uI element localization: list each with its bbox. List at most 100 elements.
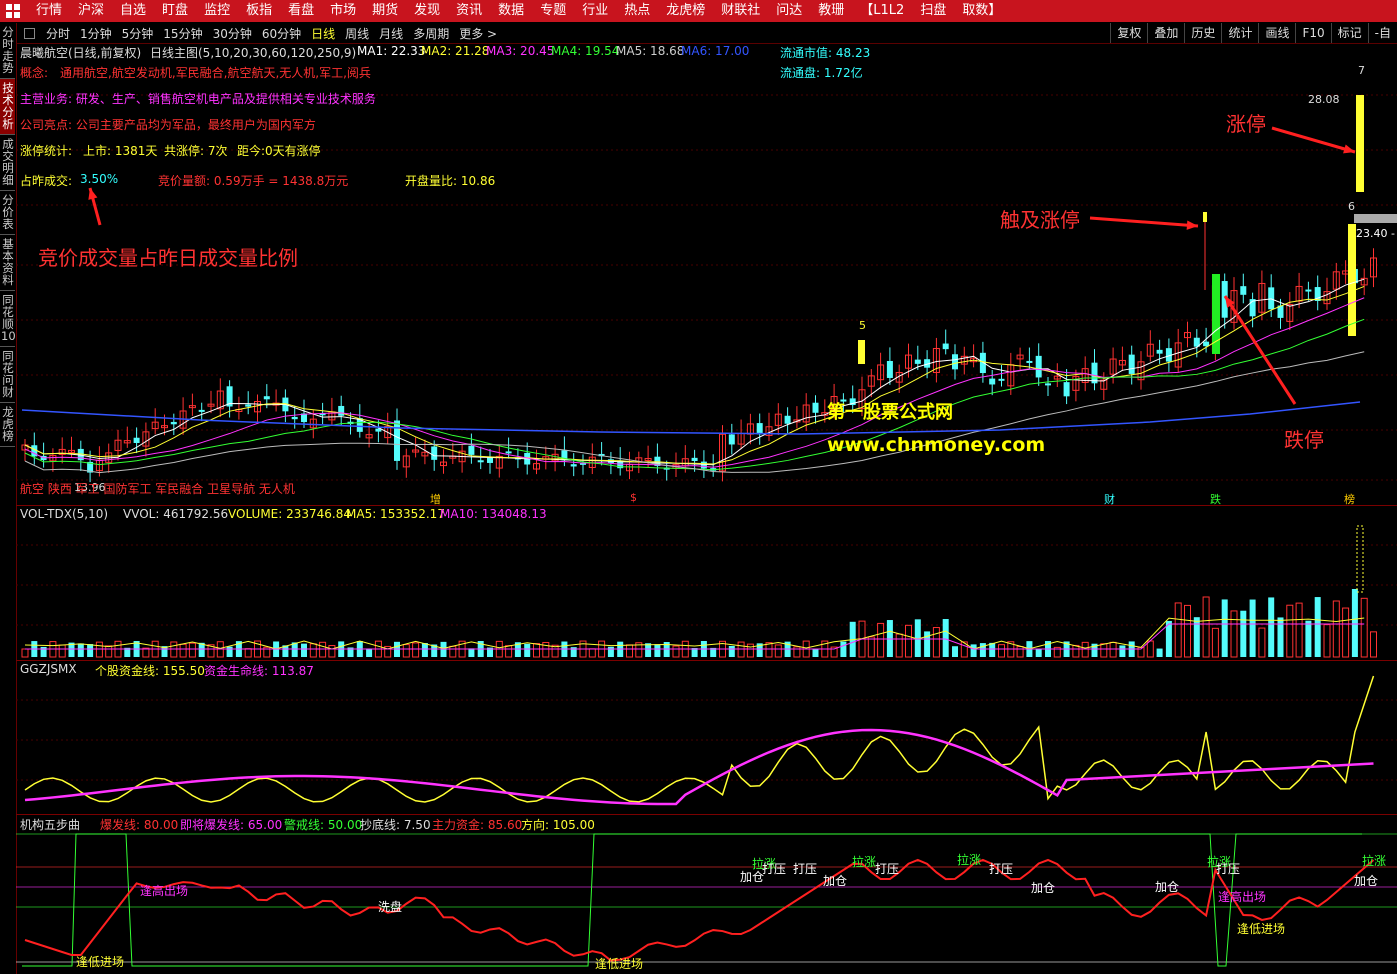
signal-high-exit: 逢高出场: [1218, 890, 1267, 904]
volume-value: VOLUME: 233746.84: [228, 507, 351, 521]
annotation-auction-ratio: 竞价成交量占昨日成交量比例: [38, 246, 298, 270]
limit-up-bar: [1356, 95, 1364, 192]
signal-press: 打压: [989, 862, 1014, 876]
candle-body: [1063, 382, 1070, 397]
fund-indicator-name[interactable]: GGZJSMX: [20, 662, 77, 676]
candle-body: [505, 451, 512, 454]
volume-bar: [87, 644, 94, 657]
ma4-label: MA4: 19.54: [551, 44, 620, 58]
signal-press: 打压: [1216, 862, 1241, 876]
volume-bar: [505, 645, 513, 658]
fund-life-line-value: 资金生命线: 113.87: [204, 664, 314, 678]
volume-bar: [1332, 600, 1340, 658]
ma4-line: [24, 318, 1365, 471]
limit-count-6: 6: [1348, 200, 1355, 213]
candle-body: [998, 378, 1005, 381]
main-fund-value: 主力资金: 85.60: [432, 818, 523, 832]
volume-bar: [746, 643, 754, 658]
signal-pull: 拉涨: [852, 855, 877, 869]
candle-body: [1268, 287, 1275, 310]
candle-body: [989, 378, 996, 385]
five-step-indicator-name[interactable]: 机构五步曲: [20, 816, 80, 833]
volume-bar: [728, 645, 735, 657]
volume-bar: [672, 645, 680, 658]
volume-bar: [1174, 602, 1182, 658]
volume-bar: [607, 646, 614, 657]
volume-bar: [1370, 631, 1377, 658]
limit-down-bar: [1212, 274, 1220, 354]
volume-bar: [1314, 597, 1321, 657]
limit-count-5: 5: [859, 319, 866, 332]
volume-bar: [840, 641, 847, 657]
volume-bar: [1035, 648, 1042, 657]
candle-body: [338, 405, 345, 416]
event-marker[interactable]: $: [630, 491, 637, 504]
volume-bar: [188, 642, 196, 658]
float-market-value: 流通市值: 48.23: [780, 46, 871, 60]
annotation-limit-down: 跌停: [1284, 428, 1324, 452]
volume-bar: [970, 644, 977, 657]
ma2-label: MA2: 21.28: [421, 44, 490, 58]
volume-bar: [40, 646, 47, 657]
vol-ma5-line: [24, 617, 1365, 650]
days-since-limit: 距今:0天有涨停: [237, 144, 321, 158]
volume-bar: [77, 643, 84, 657]
candle-body: [468, 445, 475, 455]
volume-bar: [449, 645, 457, 658]
price-cursor: [1354, 214, 1397, 223]
volume-bar: [1295, 602, 1303, 658]
volume-bar: [95, 641, 103, 658]
volume-bar: [812, 648, 819, 657]
volume-bar: [737, 641, 745, 658]
event-marker[interactable]: 榜: [1344, 491, 1355, 507]
signal-add: 加仓: [1354, 874, 1379, 888]
main-indicator-name[interactable]: 日线主图(5,10,20,30,60,120,250,9): [150, 44, 356, 61]
vol-ma10-line: [25, 623, 1365, 650]
bottom-line-value: 抄底线: 7.50: [360, 818, 431, 832]
near-burst-line-value: 即将爆发线: 65.00: [180, 818, 283, 832]
ratio-value: 3.50%: [80, 172, 119, 186]
volume-bar: [1277, 617, 1284, 657]
ma6-label: MA6: 17.00: [681, 44, 750, 58]
main-fund-line: [24, 858, 1375, 962]
volume-bar: [867, 636, 875, 658]
event-marker[interactable]: 财: [1104, 491, 1115, 507]
volume-projection: [1356, 525, 1364, 593]
vvol-value: VVOL: 461792.56: [123, 507, 229, 521]
signal-add: 加仓: [1155, 880, 1180, 894]
price-high-label: 28.08: [1308, 93, 1340, 106]
event-marker[interactable]: 增: [430, 491, 441, 507]
volume-bar: [402, 644, 410, 658]
volume-bar: [895, 633, 903, 658]
volume-bar: [877, 622, 885, 658]
ratio-label: 占昨成交:: [20, 174, 73, 188]
ma1-label: MA1: 22.33: [357, 44, 426, 58]
volume-bar: [319, 641, 327, 658]
event-marker[interactable]: 跌: [1210, 491, 1221, 507]
volume-bar: [301, 643, 307, 657]
volume-bar: [421, 643, 428, 657]
volume-bar: [989, 642, 996, 657]
volume-bar: [1146, 640, 1154, 658]
volume-bar: [1072, 644, 1080, 658]
volume-bar: [1156, 648, 1163, 657]
company-highlight: 公司亮点: 公司主要产品均为军品，最终用户为国内军方: [20, 118, 316, 132]
open-volume-ratio: 开盘量比: 10.86: [405, 174, 496, 188]
volume-bar: [1109, 641, 1117, 658]
volume-bar: [244, 648, 252, 658]
volume-bar: [1351, 589, 1358, 657]
volume-indicator-name[interactable]: VOL-TDX(5,10): [20, 507, 108, 521]
candle-body: [263, 396, 270, 400]
candle-body: [914, 359, 921, 364]
signal-low-entry: 逢低进场: [595, 957, 644, 971]
candle-body: [1045, 383, 1051, 386]
volume-bar: [1360, 597, 1368, 658]
signal-pull: 拉涨: [1362, 854, 1387, 868]
concept-label: 概念:: [20, 66, 49, 80]
volume-bar: [932, 627, 940, 658]
candle-body: [1305, 289, 1312, 292]
volume-bar: [998, 644, 1005, 658]
candle-body: [291, 416, 298, 420]
volume-bar: [626, 644, 633, 658]
candle-body: [1128, 354, 1135, 374]
